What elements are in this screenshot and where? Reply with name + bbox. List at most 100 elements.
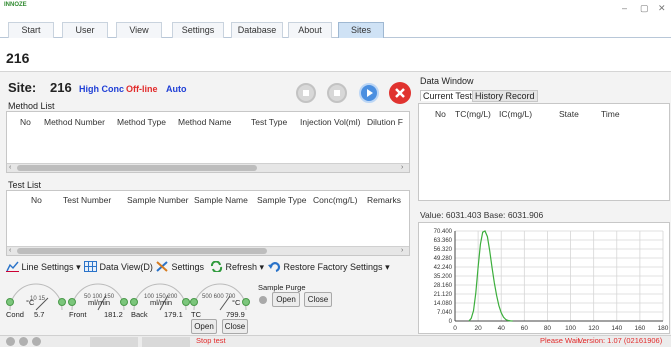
scroll-right-icon[interactable]: › [401, 247, 403, 254]
col-header: Time [601, 109, 620, 119]
line-settings-label: Line Settings [21, 262, 74, 272]
online-status: Off-line [126, 84, 158, 94]
tc-value: 799.9 [226, 310, 245, 319]
col-header: Dilution F [367, 117, 403, 127]
mode-status: Auto [166, 84, 187, 94]
cancel-button[interactable] [389, 82, 411, 104]
y-tick-label: 42.240 [434, 265, 453, 271]
x-tick-label: 140 [611, 325, 622, 332]
scroll-right-icon[interactable]: › [401, 164, 403, 171]
pause-button[interactable] [327, 83, 347, 103]
y-tick-label: 0 [449, 319, 453, 325]
test-list-scrollbar[interactable]: ‹ › [7, 246, 409, 255]
col-header: Method Name [178, 117, 232, 127]
x-tick-label: 100 [565, 325, 576, 332]
close-window-icon[interactable]: ✕ [658, 3, 666, 14]
tab-user[interactable]: User [62, 22, 108, 38]
cond-unit: °C [26, 298, 35, 307]
status-led [32, 337, 41, 346]
purge-status-indicator [259, 296, 267, 304]
back-value: 179.1 [164, 310, 183, 319]
close-icon [395, 88, 405, 98]
tab-start[interactable]: Start [8, 22, 54, 38]
settings-button[interactable]: Settings [156, 261, 204, 272]
test-list-table[interactable]: No Test Number Sample Number Sample Name… [6, 190, 410, 256]
site-header-band [0, 38, 671, 72]
scroll-left-icon[interactable]: ‹ [9, 247, 11, 254]
tab-current-test[interactable]: Current Test [420, 90, 475, 101]
tab-sites[interactable]: Sites [338, 22, 384, 38]
refresh-label: Refresh [225, 262, 258, 272]
back-label: Back [131, 310, 148, 319]
y-tick-label: 14.080 [434, 301, 453, 307]
y-tick-label: 70.400 [434, 229, 453, 235]
grid-icon [84, 261, 97, 272]
next-button[interactable] [359, 83, 379, 103]
main-tabs: Start User View Settings Database About … [0, 20, 671, 38]
chevron-down-icon: ▾ [385, 262, 390, 272]
method-list-title: Method List [8, 101, 55, 111]
front-unit: ml/min [88, 298, 111, 307]
tab-settings[interactable]: Settings [172, 22, 224, 38]
refresh-icon [211, 260, 223, 274]
x-tick-label: 40 [498, 325, 506, 332]
status-bar: Stop test Please Wait... Version: 1.07 (… [0, 335, 671, 347]
start-button[interactable] [296, 83, 316, 103]
line-settings-button[interactable]: Line Settings ▾ [6, 261, 81, 273]
x-tick-label: 60 [521, 325, 529, 332]
scroll-thumb[interactable] [17, 165, 257, 171]
site-number: 216 [50, 80, 72, 95]
tc-open-button[interactable]: Open [191, 319, 217, 334]
version-status: Version: 1.07 (02161906) [578, 336, 663, 345]
tc-label: TC [191, 310, 201, 319]
scroll-left-icon[interactable]: ‹ [9, 164, 11, 171]
x-tick-label: 160 [634, 325, 645, 332]
data-view-button[interactable]: Data View(D) [84, 261, 153, 272]
stop-icon [303, 90, 309, 96]
base-number: 6031.906 [507, 210, 544, 220]
purge-open-button[interactable]: Open [272, 292, 300, 307]
maximize-icon[interactable]: ▢ [640, 3, 649, 14]
undo-icon [268, 262, 281, 273]
conc-status: High Conc [79, 84, 124, 94]
data-window-table[interactable]: No TC(mg/L) IC(mg/L) State Time [418, 103, 670, 201]
minimize-icon[interactable]: – [622, 3, 627, 13]
purge-close-button[interactable]: Close [304, 292, 332, 307]
status-field [142, 337, 190, 347]
tab-view[interactable]: View [116, 22, 162, 38]
front-value: 181.2 [104, 310, 123, 319]
refresh-button[interactable]: Refresh ▾ [210, 260, 265, 274]
status-field [90, 337, 138, 347]
settings-label: Settings [171, 262, 205, 272]
x-tick-label: 80 [544, 325, 552, 332]
col-header: Sample Number [127, 195, 189, 205]
method-list-scrollbar[interactable]: ‹ › [7, 163, 409, 172]
value-label: Value: [420, 210, 444, 220]
cond-value: 5.7 [34, 310, 45, 319]
col-header: Sample Type [257, 195, 307, 205]
line-chart-icon [6, 261, 19, 272]
restore-factory-button[interactable]: Restore Factory Settings ▾ [268, 261, 390, 273]
tc-unit: °C [232, 298, 241, 307]
status-led [19, 337, 28, 346]
tab-history-record[interactable]: History Record [472, 90, 538, 102]
y-tick-label: 56.320 [434, 247, 453, 253]
tab-database[interactable]: Database [231, 22, 283, 38]
svg-text:500 600 700: 500 600 700 [202, 294, 236, 300]
col-header: Method Number [44, 117, 105, 127]
app-window: INNOZE – ▢ ✕ Start User View Settings Da… [0, 0, 671, 347]
col-header: Test Type [251, 117, 288, 127]
site-prefix: Site: [8, 80, 37, 95]
x-tick-label: 0 [453, 325, 457, 332]
tc-close-button[interactable]: Close [222, 319, 248, 334]
data-window-title: Data Window [420, 76, 474, 86]
chevron-down-icon: ▾ [259, 262, 265, 272]
stop-test-status: Stop test [196, 336, 226, 345]
scroll-thumb[interactable] [17, 248, 267, 254]
col-header: Sample Name [194, 195, 248, 205]
col-header: IC(mg/L) [499, 109, 533, 119]
value-number: 6031.403 [445, 210, 482, 220]
tab-about[interactable]: About [288, 22, 332, 38]
method-list-table[interactable]: No Method Number Method Type Method Name… [6, 111, 410, 173]
col-header: Remarks [367, 195, 402, 205]
